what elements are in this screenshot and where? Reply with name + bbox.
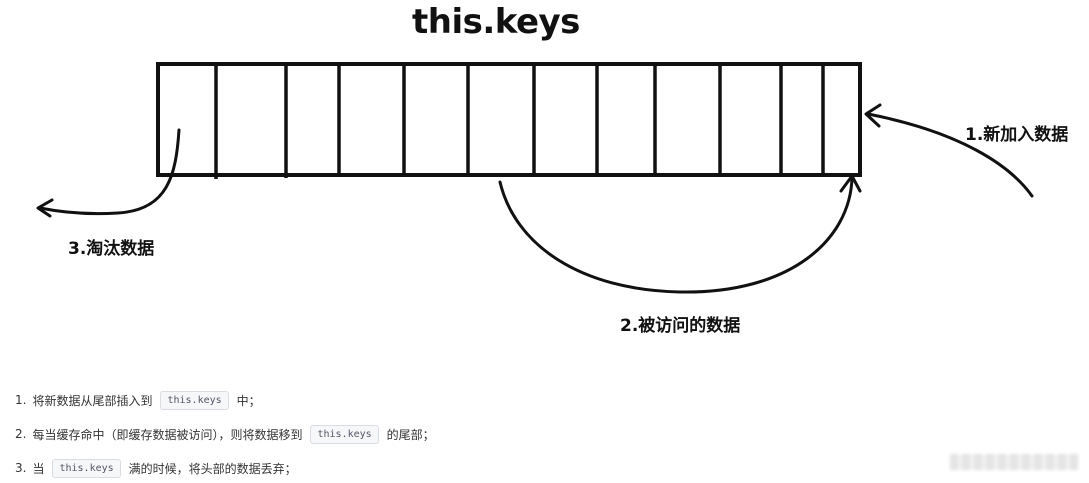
blurred-watermark [950,454,1078,470]
keys-array-cells [214,64,825,179]
note-text: 的尾部； [386,427,435,442]
note-number: 3. [15,461,27,475]
note-item: 3. 当 this.keys 满的时候，将头部的数据丢弃； [15,451,915,483]
label-new-data: 1.新加入数据 [965,125,1069,145]
note-text: 将新数据从尾部插入到 [32,393,153,408]
lru-diagram: this.keys 1.新加入数据 3.淘汰数据 2.被访问的数据 1. 将新数… [0,0,1089,483]
inline-code: this.keys [52,458,121,478]
note-text: 满的时候，将头部的数据丢弃； [128,461,297,476]
notes-list: 1. 将新数据从尾部插入到 this.keys 中； 2. 每当缓存命中（即缓存… [15,383,915,483]
keys-array-box [156,62,862,177]
note-text: 当 [32,461,45,476]
note-text: 每当缓存命中（即缓存数据被访问），则将数据移到 [32,427,303,442]
note-number: 2. [15,427,27,441]
note-item: 2. 每当缓存命中（即缓存数据被访问），则将数据移到 this.keys 的尾部… [15,417,915,451]
arrow-accessed-data [498,174,862,294]
label-evict-data: 3.淘汰数据 [68,239,155,259]
note-text: 中； [236,393,261,408]
note-item: 1. 将新数据从尾部插入到 this.keys 中； [15,383,915,417]
note-number: 1. [15,393,27,407]
inline-code: this.keys [160,390,229,410]
arrow-new-data [864,103,1034,198]
inline-code: this.keys [310,424,379,444]
label-accessed-data: 2.被访问的数据 [620,316,741,336]
